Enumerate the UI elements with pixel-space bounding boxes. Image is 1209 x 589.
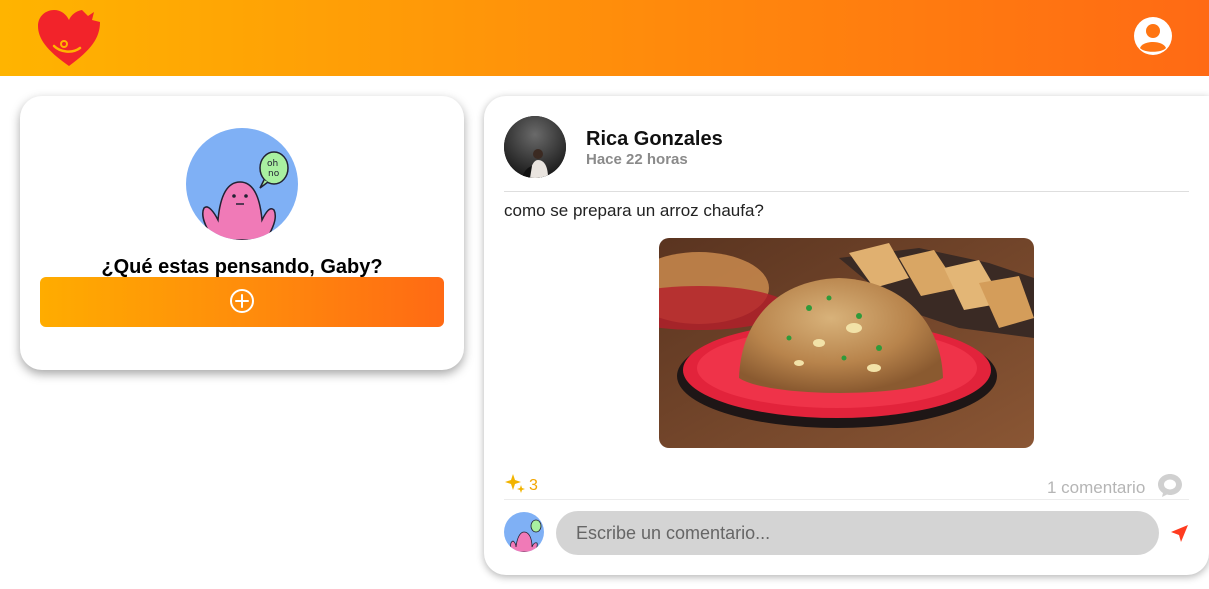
plus-circle-icon bbox=[229, 288, 255, 317]
reaction-count: 3 bbox=[529, 476, 538, 494]
author-avatar[interactable] bbox=[504, 116, 566, 178]
post-card: Rica Gonzales Hace 22 horas como se prep… bbox=[484, 96, 1209, 575]
commenter-avatar bbox=[504, 512, 544, 552]
header-divider bbox=[504, 191, 1189, 192]
comments-divider bbox=[504, 499, 1189, 500]
user-avatar[interactable]: oh no bbox=[186, 128, 298, 240]
sparkles-icon bbox=[504, 472, 526, 499]
create-post-button[interactable] bbox=[40, 277, 444, 327]
comments-count-label: 1 comentario bbox=[1047, 477, 1146, 497]
send-icon[interactable] bbox=[1168, 523, 1190, 545]
post-timestamp: Hace 22 horas bbox=[586, 151, 688, 168]
post-author-name[interactable]: Rica Gonzales bbox=[586, 128, 723, 151]
create-post-prompt: ¿Qué estas pensando, Gaby? bbox=[101, 256, 383, 278]
svg-text:oh: oh bbox=[267, 159, 278, 169]
fried-rice-photo[interactable] bbox=[659, 238, 1034, 448]
comment-input[interactable] bbox=[556, 511, 1159, 555]
post-text: como se prepara un arroz chaufa? bbox=[504, 201, 764, 220]
top-bar bbox=[0, 0, 1209, 76]
reactions-button[interactable]: 3 bbox=[504, 472, 538, 499]
user-profile-icon[interactable] bbox=[1133, 16, 1173, 56]
svg-text:no: no bbox=[268, 169, 280, 179]
heart-logo-icon[interactable] bbox=[36, 8, 102, 68]
create-post-card: oh no ¿Qué estas pensando, Gaby? bbox=[20, 96, 464, 370]
